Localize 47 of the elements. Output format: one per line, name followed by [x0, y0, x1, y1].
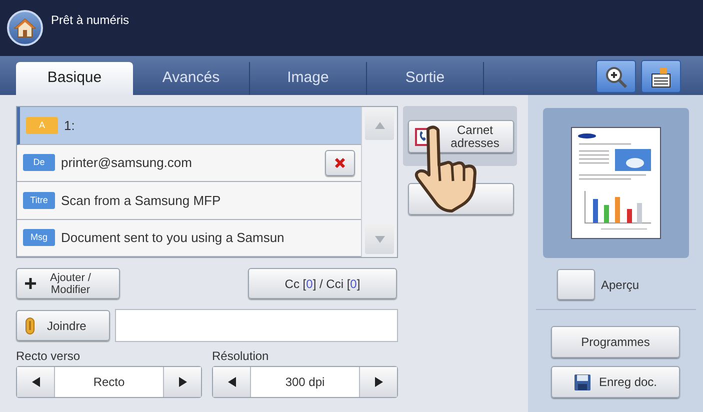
field-tag: Titre [23, 192, 55, 209]
preview-label: Aperçu [601, 276, 640, 294]
field-tag: A [26, 116, 58, 134]
field-tag: Msg [23, 229, 55, 246]
attachment-field[interactable] [115, 309, 398, 342]
recipient-row[interactable]: De printer@samsung.com [17, 144, 361, 182]
programs-button[interactable]: Programmes [551, 326, 680, 358]
field-tag: De [23, 154, 55, 172]
paperclip-icon [25, 316, 35, 334]
list-icon [650, 66, 672, 88]
spinner-value: Recto [92, 374, 126, 391]
recipient-text: Document sent to you using a Samsun [61, 229, 286, 247]
right-arrow-icon [374, 377, 382, 387]
tab[interactable]: Basique [16, 62, 133, 95]
right-arrow-icon [178, 377, 186, 387]
preview-checkbox[interactable] [557, 269, 595, 300]
left-arrow-icon [32, 377, 40, 387]
down-arrow-icon [374, 236, 384, 242]
up-arrow-icon [374, 122, 384, 128]
spinner-label: Résolution [212, 348, 269, 365]
recipient-text: Scan from a Samsung MFP [61, 192, 222, 210]
attach-button[interactable]: Joindre [16, 310, 110, 341]
cc-bcc-button[interactable]: Cc [0] / Cci [0] [248, 268, 397, 299]
spinner-value: 300 dpi [284, 374, 326, 391]
close-icon [334, 156, 346, 169]
previous-button[interactable] [213, 367, 251, 397]
recipient-text: printer@samsung.com [61, 154, 193, 172]
recipient-text: 1: [64, 116, 76, 134]
address-book-button[interactable]: Carnet adresses [408, 120, 514, 153]
recipient-row[interactable]: Msg Document sent to you using a Samsun [17, 220, 361, 257]
screen-title: Prêt à numéris [51, 12, 130, 29]
zoom-in-icon [604, 64, 628, 88]
home-button[interactable] [7, 10, 43, 46]
recipient-row[interactable]: A 1: [17, 107, 361, 144]
next-button[interactable] [163, 367, 201, 397]
add-modify-button[interactable]: Ajouter / Modifier [16, 268, 120, 299]
previous-button[interactable] [17, 367, 55, 397]
save-document-button[interactable]: Enreg doc. [551, 366, 680, 398]
next-button[interactable] [359, 367, 397, 397]
zoom-button[interactable] [596, 60, 636, 93]
plus-icon [25, 278, 36, 289]
delete-button[interactable] [325, 150, 355, 176]
house-icon [14, 18, 36, 38]
job-list-button[interactable] [641, 60, 681, 93]
spinner-label: Recto verso [16, 348, 80, 365]
left-arrow-icon [228, 377, 236, 387]
recipient-row[interactable]: Titre Scan from a Samsung MFP [17, 182, 361, 220]
